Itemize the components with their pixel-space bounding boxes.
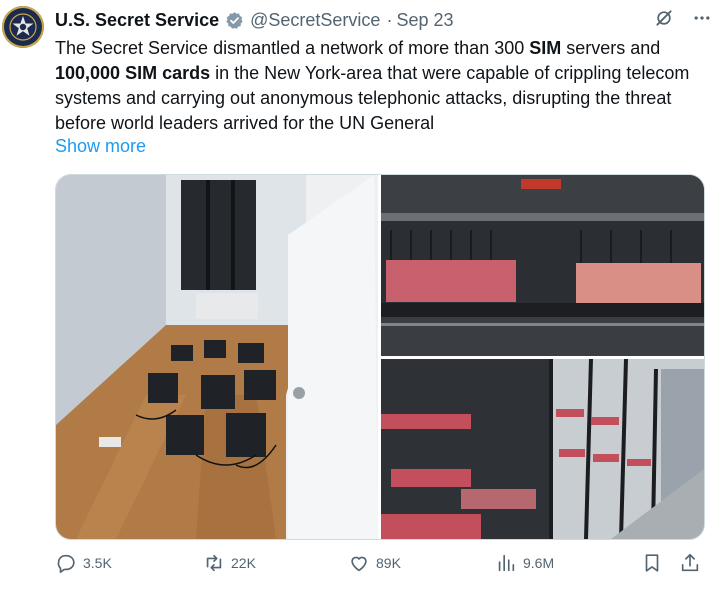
tweet-header: U.S. Secret Service @SecretService · Sep… xyxy=(55,8,712,32)
photo-sim-banks-closeup[interactable] xyxy=(381,175,704,356)
bookmark-icon xyxy=(645,554,659,572)
grok-icon[interactable] xyxy=(654,8,674,33)
photo-server-racks[interactable] xyxy=(381,359,704,539)
views-icon xyxy=(498,554,515,572)
like-button[interactable]: 89K xyxy=(348,552,401,574)
reply-count: 3.5K xyxy=(83,555,112,571)
views-button[interactable]: 9.6M xyxy=(495,552,554,574)
verified-badge-icon[interactable] xyxy=(225,11,244,30)
secret-service-star-icon xyxy=(9,13,37,41)
author-handle[interactable]: @SecretService xyxy=(250,10,380,31)
views-count: 9.6M xyxy=(523,555,555,571)
author-name[interactable]: U.S. Secret Service xyxy=(55,10,219,31)
avatar[interactable] xyxy=(2,6,44,48)
photo-room-servers[interactable] xyxy=(56,175,378,539)
repost-button[interactable]: 22K xyxy=(203,552,256,574)
action-bar: 3.5K 22K 89K 9.6M xyxy=(55,552,705,582)
repost-count: 22K xyxy=(231,555,256,571)
tweet-date[interactable]: Sep 23 xyxy=(396,10,453,31)
tweet-text-part: servers and xyxy=(561,38,661,58)
reply-icon xyxy=(57,554,75,573)
more-icon[interactable] xyxy=(692,8,712,33)
tweet-text: The Secret Service dismantled a network … xyxy=(55,36,715,136)
repost-icon xyxy=(206,554,222,572)
show-more-link[interactable]: Show more xyxy=(55,136,146,157)
tweet-text-bold: 100,000 SIM cards xyxy=(55,63,211,83)
share-button[interactable] xyxy=(679,552,707,574)
share-icon xyxy=(681,553,699,572)
like-icon xyxy=(351,556,367,572)
media-grid xyxy=(55,174,705,540)
like-count: 89K xyxy=(376,555,401,571)
tweet-text-part: The Secret Service dismantled a network … xyxy=(55,38,530,58)
bookmark-button[interactable] xyxy=(641,552,669,574)
tweet-text-bold: SIM xyxy=(529,38,562,58)
reply-button[interactable]: 3.5K xyxy=(55,552,112,574)
separator: · xyxy=(386,9,393,30)
